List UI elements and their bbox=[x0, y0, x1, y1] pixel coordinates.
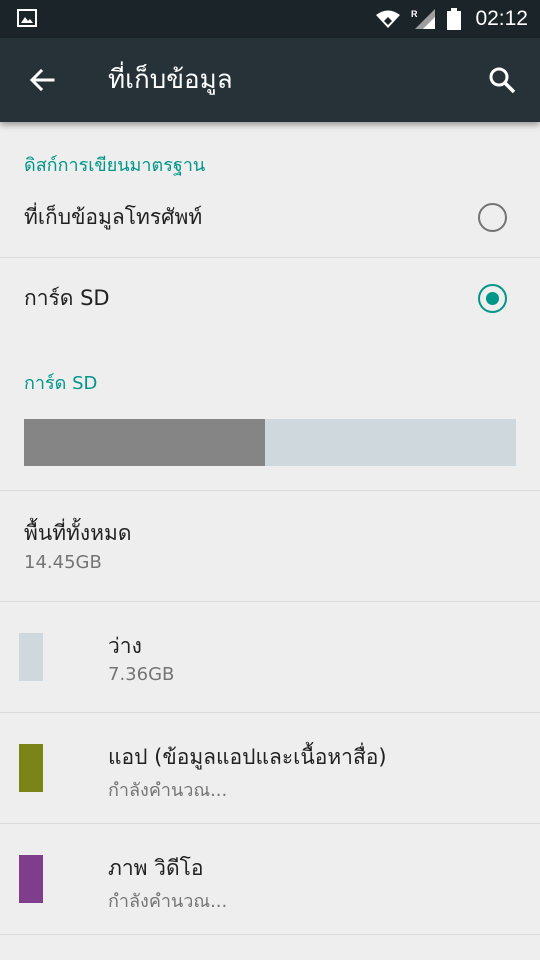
category-name: แอป (ข้อมูลแอปและเนื้อหาสื่อ) bbox=[108, 745, 387, 769]
page-title: ที่เก็บข้อมูล bbox=[108, 65, 233, 95]
category-row-available[interactable]: ว่าง 7.36GB bbox=[0, 602, 540, 713]
total-space-label: พื้นที่ทั้งหมด bbox=[24, 521, 132, 545]
arrow-back-icon bbox=[29, 68, 55, 92]
status-bar: R 02:12 bbox=[0, 0, 540, 38]
app-bar: ที่เก็บข้อมูล bbox=[0, 38, 540, 122]
section-header-default-disk: ดิสก์การเขียนมาตรฐาน bbox=[24, 155, 206, 176]
battery-icon bbox=[447, 8, 462, 30]
category-row-pictures-videos[interactable]: ภาพ วิดีโอ กำลังคำนวณ... bbox=[0, 824, 540, 935]
category-color-swatch bbox=[19, 633, 43, 681]
section-header-sd-card: การ์ด SD bbox=[24, 373, 98, 394]
svg-text:R: R bbox=[411, 9, 418, 19]
category-color-swatch bbox=[19, 855, 43, 903]
option-phone-storage[interactable]: ที่เก็บข้อมูลโทรศัพท์ bbox=[0, 177, 540, 257]
category-size: กำลังคำนวณ... bbox=[108, 780, 228, 801]
image-icon bbox=[17, 9, 37, 27]
category-name: ภาพ วิดีโอ bbox=[108, 856, 204, 880]
wifi-icon bbox=[375, 9, 401, 29]
storage-usage-bar bbox=[24, 419, 516, 466]
radio-button-checked[interactable] bbox=[478, 284, 507, 313]
category-name: ว่าง bbox=[108, 634, 142, 658]
status-icons: R 02:12 bbox=[365, 0, 528, 38]
divider bbox=[0, 490, 540, 491]
storage-used-fill bbox=[24, 419, 266, 466]
category-row-apps[interactable]: แอป (ข้อมูลแอปและเนื้อหาสื่อ) กำลังคำนวณ… bbox=[0, 713, 540, 824]
total-space-value: 14.45GB bbox=[24, 552, 102, 573]
option-label: การ์ด SD bbox=[24, 286, 110, 310]
option-label: ที่เก็บข้อมูลโทรศัพท์ bbox=[24, 205, 203, 229]
divider bbox=[0, 934, 540, 935]
clock: 02:12 bbox=[475, 7, 528, 30]
storage-settings-list[interactable]: ดิสก์การเขียนมาตรฐาน ที่เก็บข้อมูลโทรศัพ… bbox=[0, 122, 540, 960]
search-button[interactable] bbox=[480, 58, 524, 102]
roaming-signal-icon: R bbox=[411, 8, 437, 30]
back-button[interactable] bbox=[20, 58, 64, 102]
search-icon bbox=[489, 67, 516, 94]
category-size: 7.36GB bbox=[108, 664, 175, 685]
category-size: กำลังคำนวณ... bbox=[108, 891, 228, 912]
radio-button-unchecked[interactable] bbox=[478, 203, 507, 232]
option-sd-card[interactable]: การ์ด SD bbox=[0, 258, 540, 338]
category-color-swatch bbox=[19, 744, 43, 792]
